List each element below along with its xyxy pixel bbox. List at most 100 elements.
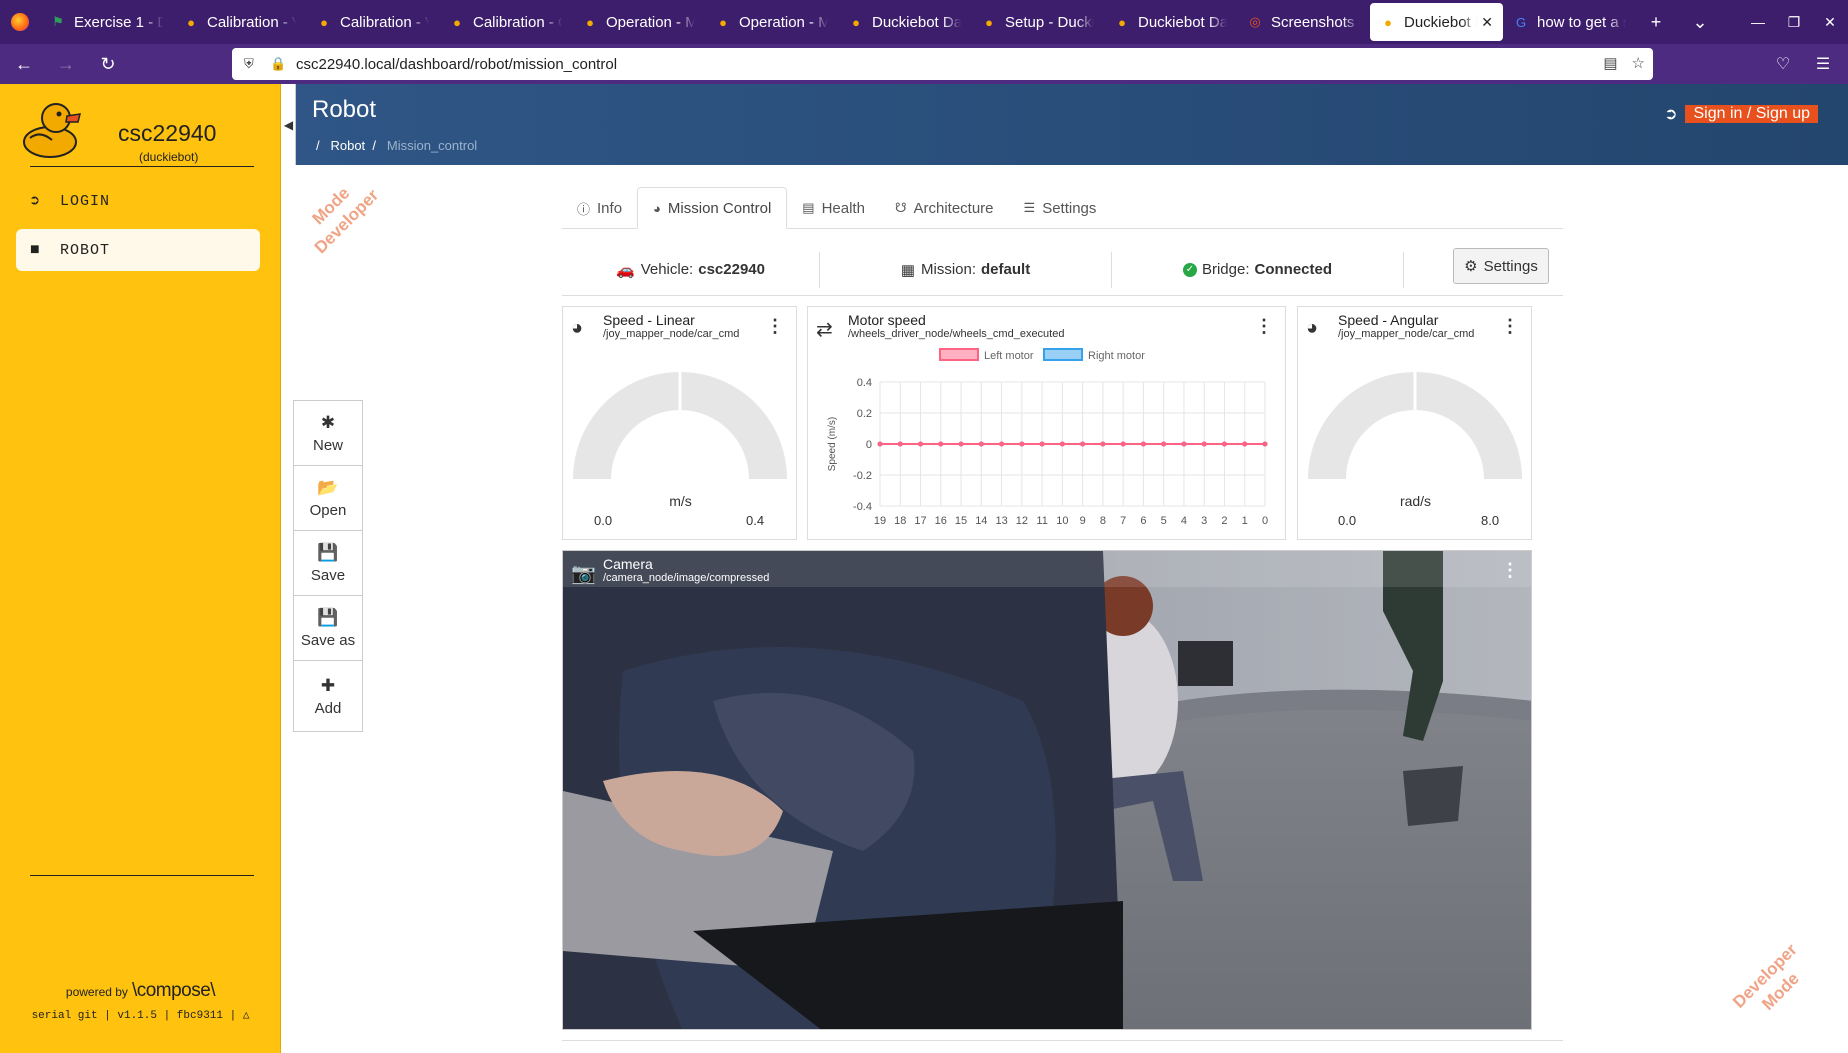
tab-health[interactable]: ▤ Health: [787, 187, 880, 229]
legend-label[interactable]: Left motor: [984, 350, 1034, 362]
breadcrumb-sep: /: [372, 138, 377, 153]
x-tick-label: 15: [955, 515, 967, 527]
sliders-icon: ☰: [1023, 200, 1036, 215]
camera-feed: [563, 551, 1531, 1029]
browser-tab[interactable]: ◎ Screenshots o: [1237, 0, 1370, 44]
duck-icon: ●: [1384, 14, 1392, 30]
browser-tab-title: Exercise 1 - D: [74, 13, 163, 31]
kebab-menu-icon[interactable]: ⋮: [1501, 560, 1519, 581]
open-button[interactable]: 📂 Open: [294, 466, 362, 531]
widget-title: Speed - Linear: [603, 312, 695, 328]
pocket-icon[interactable]: ♡: [1768, 48, 1798, 80]
green-flag-icon: ⚑: [52, 14, 64, 29]
data-point: [877, 441, 883, 447]
legend-swatch[interactable]: [939, 348, 979, 361]
app-menu-icon[interactable]: ☰: [1808, 48, 1838, 80]
tab-list-chevron-icon[interactable]: ⌄: [1680, 0, 1720, 44]
browser-tab[interactable]: ● Duckiebot D✕: [1370, 3, 1503, 41]
restore-icon[interactable]: ❐: [1776, 0, 1812, 44]
minimize-icon[interactable]: —: [1740, 0, 1776, 44]
url-bar[interactable]: ⛨ 🔒 csc22940.local/dashboard/robot/missi…: [232, 48, 1653, 80]
new-button[interactable]: ✱ New: [294, 401, 362, 466]
sidebar-collapse-button[interactable]: ◀: [282, 84, 296, 165]
legend-label[interactable]: Right motor: [1088, 350, 1145, 362]
browser-tab[interactable]: ● Operation - M: [572, 0, 705, 44]
close-window-icon[interactable]: ✕: [1812, 0, 1848, 44]
y-axis-label: Speed (m/s): [827, 417, 838, 471]
browser-tab[interactable]: ● Calibration - V: [306, 0, 439, 44]
tab-mission-control[interactable]: ◕ Mission Control: [637, 187, 788, 229]
vehicle-value: csc22940: [698, 261, 765, 278]
powered-prefix: powered by: [65, 985, 128, 999]
close-tab-icon[interactable]: ✕: [1477, 14, 1493, 31]
kebab-menu-icon[interactable]: ⋮: [766, 316, 784, 337]
x-tick-label: 5: [1161, 515, 1167, 527]
compose-brand[interactable]: \compose\: [132, 980, 216, 1001]
url-text[interactable]: csc22940.local/dashboard/robot/mission_c…: [296, 56, 617, 73]
browser-tab[interactable]: Ghow to get a s: [1503, 0, 1636, 44]
new-tab-icon[interactable]: +: [1636, 0, 1676, 44]
browser-tab-title: Operation - M: [606, 13, 695, 31]
reload-icon[interactable]: ↻: [90, 46, 126, 82]
brand: csc22940 (duckiebot): [20, 98, 280, 168]
check-circle-icon: ✓: [1182, 262, 1197, 277]
data-point: [1161, 441, 1167, 447]
bridge-status: ✓ Bridge: Connected: [1112, 251, 1404, 288]
x-tick-label: 17: [914, 515, 926, 527]
data-point: [1181, 441, 1187, 447]
data-point: [1242, 441, 1248, 447]
save-as-button[interactable]: 💾 Save as: [294, 596, 362, 661]
page-title: Robot: [312, 96, 377, 123]
add-button[interactable]: ✚ Add: [294, 661, 362, 731]
breadcrumb-robot[interactable]: Robot: [330, 138, 365, 153]
status-bar: 🚗 Vehicle: csc22940 ▦ Mission: default ✓…: [562, 244, 1563, 296]
browser-tab[interactable]: ● Duckiebot Da: [838, 0, 971, 44]
browser-tab-title: how to get a s: [1537, 13, 1626, 31]
x-tick-label: 18: [894, 515, 906, 527]
duck-icon: ●: [1118, 14, 1126, 30]
browser-tab[interactable]: ● Operation - M: [705, 0, 838, 44]
tab-architecture[interactable]: ☋ Architecture: [880, 187, 1009, 229]
car-icon: 🚗: [616, 261, 635, 279]
browser-tab[interactable]: ● Calibration - V: [173, 0, 306, 44]
back-icon[interactable]: ←: [6, 46, 42, 82]
speed-angular-widget: ◕ Speed - Angular /joy_mapper_node/car_c…: [1297, 306, 1532, 540]
widget-topic: /camera_node/image/compressed: [603, 572, 770, 584]
bookmark-star-icon[interactable]: ☆: [1632, 54, 1645, 72]
browser-tab-title: Screenshots o: [1271, 13, 1360, 31]
x-tick-label: 0: [1262, 515, 1268, 527]
settings-button[interactable]: ⚙ Settings: [1453, 248, 1549, 284]
y-tick-label: 0.4: [857, 377, 872, 389]
lock-icon[interactable]: 🔒: [270, 56, 290, 72]
sidebar-item-robot[interactable]: ■ ROBOT: [16, 229, 260, 271]
browser-tab-title: Setup - Ducki: [1005, 13, 1094, 31]
firefox-menu-icon[interactable]: [0, 0, 40, 44]
browser-tab[interactable]: ⚑ Exercise 1 - D: [40, 0, 173, 44]
data-point: [1039, 441, 1045, 447]
browser-tab-title: Duckiebot D: [1404, 13, 1477, 31]
tab-info[interactable]: ⓘ Info: [562, 187, 637, 229]
settings-label: Settings: [1483, 257, 1538, 275]
gauge-min: 0.0: [1338, 513, 1357, 528]
x-tick-label: 3: [1201, 515, 1207, 527]
save-button[interactable]: 💾 Save: [294, 531, 362, 596]
motor-speed-widget: ⇄ Motor speed /wheels_driver_node/wheels…: [807, 306, 1286, 540]
data-point: [1100, 441, 1106, 447]
kebab-menu-icon[interactable]: ⋮: [1501, 316, 1519, 337]
browser-tab[interactable]: ● Setup - Ducki: [971, 0, 1104, 44]
reader-view-icon[interactable]: ▤: [1603, 54, 1617, 72]
speed-linear-widget: ◕ Speed - Linear /joy_mapper_node/car_cm…: [562, 306, 797, 540]
fire-icon: △: [242, 1010, 250, 1022]
tab-label: Settings: [1042, 199, 1097, 217]
x-tick-label: 13: [995, 515, 1007, 527]
browser-tab[interactable]: ● Duckiebot Da: [1104, 0, 1237, 44]
sidebar-divider-bottom: [30, 875, 254, 876]
sidebar-item-login[interactable]: ➲ LOGIN: [16, 180, 260, 222]
shield-icon[interactable]: ⛨: [244, 56, 264, 72]
forward-icon[interactable]: →: [48, 46, 84, 82]
legend-swatch[interactable]: [1043, 348, 1083, 361]
browser-tab[interactable]: ● Calibration - C: [439, 0, 572, 44]
page-divider: [562, 1040, 1563, 1041]
signin-button[interactable]: ➲ Sign in / Sign up: [1664, 104, 1818, 124]
tab-settings[interactable]: ☰ Settings: [1009, 187, 1112, 229]
